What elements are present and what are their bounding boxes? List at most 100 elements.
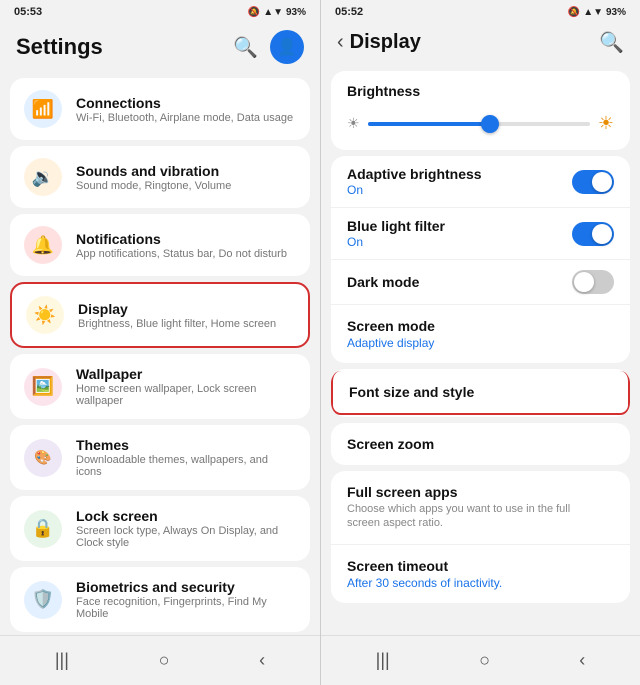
settings-title: Settings (16, 34, 103, 60)
brightness-slider[interactable] (368, 122, 590, 126)
settings-screen: 05:53 🔕 ▲▼ 93% Settings 🔍 👤 📶 Connection… (0, 0, 320, 685)
themes-sub: Downloadable themes, wallpapers, and ico… (76, 454, 296, 478)
home-button[interactable]: ○ (145, 646, 184, 675)
brightness-thumb[interactable] (481, 115, 499, 133)
screen-zoom-title: Screen zoom (347, 436, 434, 452)
sounds-sub: Sound mode, Ringtone, Volume (76, 180, 231, 192)
sounds-icon: 🔉 (24, 158, 62, 196)
time-left: 05:53 (14, 6, 42, 18)
font-size-section: Font size and style (331, 369, 630, 417)
font-size-title: Font size and style (349, 384, 474, 400)
wallpaper-sub: Home screen wallpaper, Lock screen wallp… (76, 383, 296, 407)
toggle-knob-2 (592, 224, 612, 244)
settings-item-biometrics[interactable]: 🛡️ Biometrics and security Face recognit… (10, 567, 310, 632)
settings-list: 📶 Connections Wi-Fi, Bluetooth, Airplane… (0, 74, 320, 635)
themes-icon: 🎨 (24, 439, 62, 477)
header-icons: 🔍 👤 (233, 30, 304, 64)
battery-right: 93% (606, 7, 626, 18)
lockscreen-title: Lock screen (76, 508, 296, 524)
wallpaper-title: Wallpaper (76, 366, 296, 382)
screen-timeout-row[interactable]: Screen timeout After 30 seconds of inact… (331, 544, 630, 603)
connections-icon: 📶 (24, 90, 62, 128)
screen-timeout-sub: After 30 seconds of inactivity. (347, 576, 502, 590)
screen-mode-row[interactable]: Screen mode Adaptive display (331, 304, 630, 363)
back-button[interactable]: ‹ (245, 646, 279, 675)
nav-bar-left: ||| ○ ‹ (0, 635, 320, 685)
settings-item-sounds[interactable]: 🔉 Sounds and vibration Sound mode, Ringt… (10, 146, 310, 208)
blue-light-row[interactable]: Blue light filter On (331, 207, 630, 259)
screen-zoom-section: Screen zoom (331, 423, 630, 465)
signal-bars-right: ▲▼ (583, 7, 603, 18)
toggles-section: Adaptive brightness On Blue light filter… (331, 156, 630, 363)
dark-mode-toggle[interactable] (572, 270, 614, 294)
brightness-section: Brightness ☀ ☀ (331, 71, 630, 150)
silent-icon-right: 🔕 (568, 7, 580, 18)
toggle-knob (592, 172, 612, 192)
biometrics-sub: Face recognition, Fingerprints, Find My … (76, 596, 296, 620)
settings-item-themes[interactable]: 🎨 Themes Downloadable themes, wallpapers… (10, 425, 310, 490)
dark-mode-row[interactable]: Dark mode (331, 259, 630, 304)
home-button-right[interactable]: ○ (465, 646, 504, 675)
settings-header: Settings 🔍 👤 (0, 22, 320, 74)
lockscreen-icon: 🔒 (24, 510, 62, 548)
adaptive-brightness-toggle[interactable] (572, 170, 614, 194)
font-size-row[interactable]: Font size and style (331, 371, 630, 415)
full-screen-apps-row[interactable]: Full screen apps Choose which apps you w… (331, 471, 630, 544)
back-arrow-icon[interactable]: ‹ (337, 31, 344, 54)
apps-timeout-section: Full screen apps Choose which apps you w… (331, 471, 630, 603)
brightness-label: Brightness (347, 83, 614, 105)
display-icon: ☀️ (26, 296, 64, 334)
connections-sub: Wi-Fi, Bluetooth, Airplane mode, Data us… (76, 112, 293, 124)
nav-bar-right: ||| ○ ‹ (321, 635, 640, 685)
brightness-max-icon: ☀ (598, 113, 614, 134)
back-button-right[interactable]: ‹ (565, 646, 599, 675)
recents-button[interactable]: ||| (41, 646, 83, 675)
display-title: Display (78, 301, 276, 317)
time-right: 05:52 (335, 6, 363, 18)
search-icon[interactable]: 🔍 (233, 35, 258, 60)
settings-item-notifications[interactable]: 🔔 Notifications App notifications, Statu… (10, 214, 310, 276)
full-screen-apps-sub: Choose which apps you want to use in the… (347, 502, 587, 531)
notifications-icon: 🔔 (24, 226, 62, 264)
settings-item-lockscreen[interactable]: 🔒 Lock screen Screen lock type, Always O… (10, 496, 310, 561)
full-screen-apps-title: Full screen apps (347, 484, 587, 500)
screen-timeout-title: Screen timeout (347, 558, 502, 574)
adaptive-brightness-row[interactable]: Adaptive brightness On (331, 156, 630, 207)
screen-mode-title: Screen mode (347, 318, 435, 334)
biometrics-icon: 🛡️ (24, 581, 62, 619)
display-screen: 05:52 🔕 ▲▼ 93% ‹ Display 🔍 Brightness ☀ … (320, 0, 640, 685)
lockscreen-sub: Screen lock type, Always On Display, and… (76, 525, 296, 549)
blue-light-toggle[interactable] (572, 222, 614, 246)
status-bar-left: 05:53 🔕 ▲▼ 93% (0, 0, 320, 22)
brightness-row: ☀ ☀ (347, 105, 614, 138)
settings-item-connections[interactable]: 📶 Connections Wi-Fi, Bluetooth, Airplane… (10, 78, 310, 140)
brightness-fill (368, 122, 490, 126)
search-icon-right[interactable]: 🔍 (599, 30, 624, 55)
display-sub: Brightness, Blue light filter, Home scre… (78, 318, 276, 330)
notifications-sub: App notifications, Status bar, Do not di… (76, 248, 287, 260)
settings-item-wallpaper[interactable]: 🖼️ Wallpaper Home screen wallpaper, Lock… (10, 354, 310, 419)
sounds-title: Sounds and vibration (76, 163, 231, 179)
settings-item-display[interactable]: ☀️ Display Brightness, Blue light filter… (10, 282, 310, 348)
themes-title: Themes (76, 437, 296, 453)
biometrics-title: Biometrics and security (76, 579, 296, 595)
toggle-knob-3 (574, 272, 594, 292)
battery-left: 93% (286, 7, 306, 18)
display-header: ‹ Display 🔍 (321, 22, 640, 65)
wallpaper-icon: 🖼️ (24, 368, 62, 406)
recents-button-right[interactable]: ||| (362, 646, 404, 675)
adaptive-brightness-title: Adaptive brightness (347, 166, 482, 182)
screen-zoom-row[interactable]: Screen zoom (331, 423, 630, 465)
user-avatar[interactable]: 👤 (270, 30, 304, 64)
blue-light-status: On (347, 235, 445, 249)
adaptive-brightness-status: On (347, 183, 482, 197)
status-bar-right: 05:52 🔕 ▲▼ 93% (321, 0, 640, 22)
signal-bars-left: ▲▼ (263, 7, 283, 18)
blue-light-title: Blue light filter (347, 218, 445, 234)
notifications-title: Notifications (76, 231, 287, 247)
brightness-min-icon: ☀ (347, 115, 360, 132)
silent-icon: 🔕 (248, 7, 260, 18)
display-page-title: Display (350, 31, 421, 54)
screen-mode-sub: Adaptive display (347, 336, 435, 350)
dark-mode-title: Dark mode (347, 274, 419, 290)
